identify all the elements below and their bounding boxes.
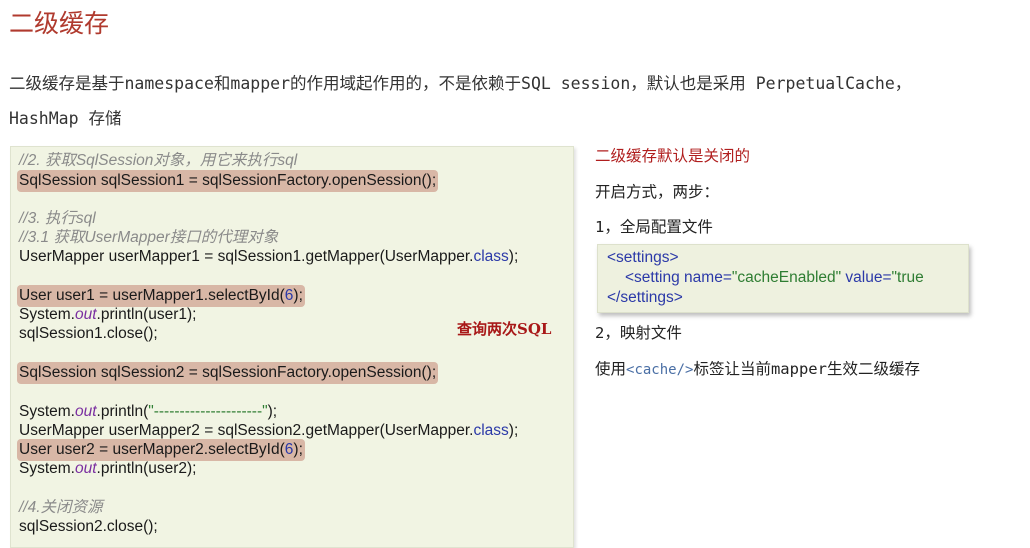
- note-default-off: 二级缓存默认是关闭的: [595, 147, 751, 165]
- snippet-line: </settings>: [607, 289, 683, 306]
- intro-line-2: HashMap 存储: [9, 109, 122, 128]
- snippet-attr: value=: [841, 269, 892, 286]
- code-text: .println(user1);: [96, 306, 197, 323]
- code-text: UserMapper userMapper2 = sqlSession2.get…: [19, 422, 474, 439]
- code-string: "---------------------": [148, 403, 268, 420]
- code-text: );: [508, 248, 519, 265]
- code-keyword: class: [473, 422, 509, 439]
- code-text: System.: [19, 403, 75, 420]
- code-field: out: [74, 306, 97, 323]
- code-line: UserMapper userMapper1 = sqlSession1.get…: [19, 247, 518, 266]
- code-comment: //3.1 获取UserMapper接口的代理对象: [19, 229, 279, 246]
- code-line: System.out.println("--------------------…: [19, 402, 277, 421]
- code-comment: //2. 获取SqlSession对象，用它来执行sql: [19, 152, 298, 169]
- code-line: User user2 = userMapper2.selectById(6);: [17, 439, 305, 461]
- code-line: SqlSession sqlSession2 = sqlSessionFacto…: [17, 362, 439, 384]
- code-text: System.: [19, 460, 75, 477]
- code-text: User user2 = userMapper2.selectById(: [19, 441, 285, 458]
- note-text: 标签让当前mapper生效二级缓存: [693, 360, 920, 378]
- cache-tag-code: <cache/>: [626, 362, 694, 378]
- intro-paragraph: 二级缓存是基于namespace和mapper的作用域起作用的，不是依赖于SQL…: [9, 66, 1019, 136]
- code-field: out: [74, 460, 97, 477]
- note-text: 使用: [595, 360, 627, 378]
- code-block: //2. 获取SqlSession对象，用它来执行sql SqlSession …: [10, 146, 574, 548]
- code-line: SqlSession sqlSession1 = sqlSessionFacto…: [17, 170, 439, 192]
- snippet-attr: name=: [679, 269, 732, 286]
- note-step-2: 2，映射文件: [595, 324, 682, 342]
- code-line: System.out.println(user1);: [19, 305, 196, 324]
- code-line: User user1 = userMapper1.selectById(6);: [17, 285, 305, 307]
- code-text: );: [293, 441, 303, 458]
- snippet-line: <setting name="cacheEnabled" value="true: [625, 268, 924, 288]
- code-line: System.out.println(user2);: [19, 459, 196, 478]
- note-how-to: 开启方式，两步：: [595, 183, 720, 201]
- code-highlight: User user1 = userMapper1.selectById(6);: [17, 285, 305, 307]
- code-highlight: SqlSession sqlSession1 = sqlSessionFacto…: [17, 170, 439, 192]
- note-step-1: 1，全局配置文件: [595, 218, 713, 236]
- code-comment: //3. 执行sql: [19, 210, 96, 227]
- snippet-value: "cacheEnabled": [731, 269, 842, 286]
- code-text: .println(user2);: [96, 460, 197, 477]
- code-text: System.: [19, 306, 75, 323]
- code-text: );: [508, 422, 519, 439]
- snippet-tag: <setting: [625, 269, 680, 286]
- note-cache-usage: 使用<cache/>标签让当前mapper生效二级缓存: [595, 357, 920, 379]
- snippet-value: "true: [891, 269, 924, 286]
- code-line: sqlSession2.close();: [19, 518, 158, 535]
- code-comment: //4.关闭资源: [19, 499, 103, 516]
- code-field: out: [74, 403, 97, 420]
- code-line: sqlSession1.close();: [19, 325, 158, 342]
- code-text: UserMapper userMapper1 = sqlSession1.get…: [19, 248, 474, 265]
- code-highlight: SqlSession sqlSession2 = sqlSessionFacto…: [17, 362, 439, 384]
- code-text: );: [293, 287, 303, 304]
- code-highlight: User user2 = userMapper2.selectById(6);: [17, 439, 305, 461]
- code-keyword: class: [473, 248, 509, 265]
- intro-line-1: 二级缓存是基于namespace和mapper的作用域起作用的，不是依赖于SQL…: [9, 74, 912, 93]
- snippet-line: <settings>: [607, 249, 679, 266]
- settings-snippet: <settings> <setting name="cacheEnabled" …: [597, 244, 969, 313]
- code-line: UserMapper userMapper2 = sqlSession2.get…: [19, 421, 518, 440]
- code-text: User user1 = userMapper1.selectById(: [19, 287, 285, 304]
- page-title: 二级缓存: [9, 9, 110, 38]
- annotation-query-twice: 查询两次SQL: [457, 320, 552, 338]
- code-text: );: [267, 403, 278, 420]
- code-text: .println(: [96, 403, 149, 420]
